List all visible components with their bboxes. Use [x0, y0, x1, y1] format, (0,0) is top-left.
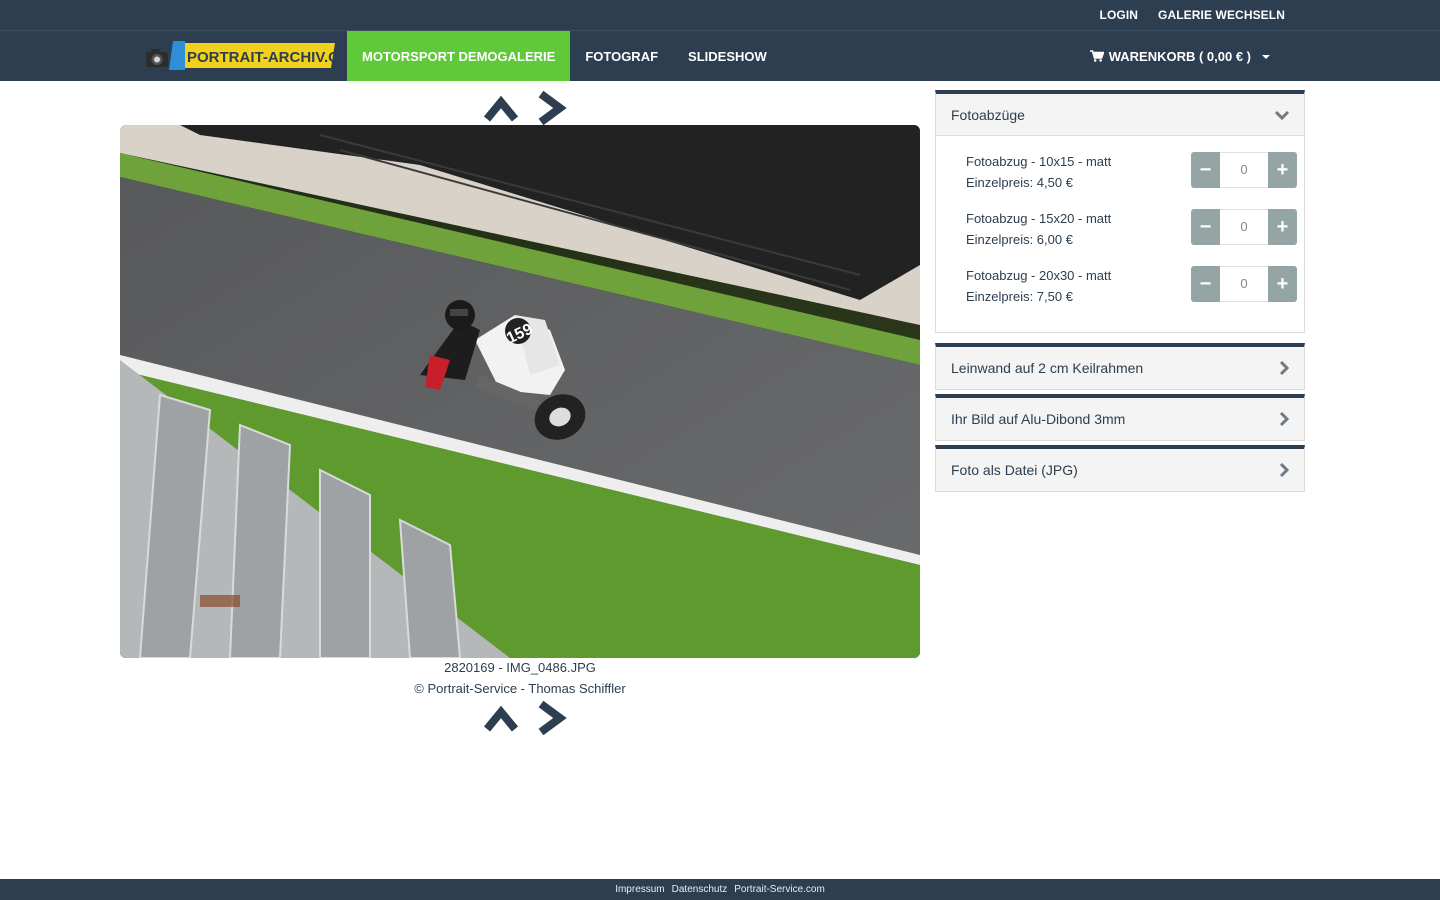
quantity-input[interactable] — [1220, 152, 1268, 188]
decrease-button[interactable]: − — [1191, 152, 1220, 188]
product-info: Fotoabzug - 15x20 - matt Einzelpreis: 6,… — [966, 206, 1111, 250]
caret-down-icon — [1262, 55, 1270, 59]
cart-dropdown[interactable]: WARENKORB ( 0,00 € ) — [1089, 31, 1270, 81]
panel-photo-prints-header[interactable]: Fotoabzüge — [936, 94, 1304, 136]
footer-link-impressum[interactable]: Impressum — [615, 884, 664, 895]
nav-motorsport-demogalerie[interactable]: MOTORSPORT DEMOGALERIE — [347, 31, 571, 81]
quantity-stepper: − + — [1191, 266, 1297, 302]
gallery-photo[interactable]: 159 — [120, 125, 920, 658]
site-logo[interactable]: PORTRAIT-ARCHIV.COM — [145, 40, 335, 71]
next-image-icon[interactable] — [536, 701, 568, 735]
panel-title: Fotoabzüge — [951, 106, 1025, 123]
product-row: Fotoabzug - 15x20 - matt Einzelpreis: 6,… — [966, 206, 1297, 263]
chevron-right-icon — [1279, 411, 1290, 427]
product-info: Fotoabzug - 10x15 - matt Einzelpreis: 4,… — [966, 149, 1111, 193]
next-image-icon[interactable] — [536, 91, 568, 125]
quantity-input[interactable] — [1220, 209, 1268, 245]
footer-link-portrait-service[interactable]: Portrait-Service.com — [734, 884, 825, 895]
panel-photo-prints: Fotoabzüge Fotoabzug - 10x15 - matt Einz… — [935, 90, 1305, 333]
cart-label: WARENKORB ( 0,00 € ) — [1108, 48, 1251, 64]
product-name: Fotoabzug - 15x20 - matt — [966, 211, 1112, 226]
footer-link-datenschutz[interactable]: Datenschutz — [672, 884, 728, 895]
photo-copyright: © Portrait-Service - Thomas Schiffler — [414, 681, 626, 696]
decrease-button[interactable]: − — [1191, 266, 1220, 302]
quantity-input[interactable] — [1220, 266, 1268, 302]
main-nav: MOTORSPORT DEMOGALERIE FOTOGRAF SLIDESHO… — [347, 31, 782, 81]
panel-alu-dibond: Ihr Bild auf Alu-Dibond 3mm — [935, 394, 1305, 441]
panel-title: Leinwand auf 2 cm Keilrahmen — [951, 360, 1144, 376]
photo-filename: 2820169 - IMG_0486.JPG — [444, 660, 596, 675]
product-name: Fotoabzug - 10x15 - matt — [966, 154, 1112, 169]
login-link[interactable]: LOGIN — [1100, 8, 1139, 22]
increase-button[interactable]: + — [1268, 209, 1297, 245]
footer: Impressum Datenschutz Portrait-Service.c… — [0, 879, 1440, 900]
panel-title: Foto als Datei (JPG) — [951, 462, 1078, 478]
shopping-cart-icon — [1089, 50, 1104, 62]
back-to-gallery-up-icon[interactable] — [484, 701, 518, 733]
product-price: Einzelpreis: 6,00 € — [966, 232, 1073, 247]
panel-jpg-file-header[interactable]: Foto als Datei (JPG) — [936, 449, 1304, 491]
chevron-down-icon — [1274, 110, 1290, 120]
main-navbar: PORTRAIT-ARCHIV.COM MOTORSPORT DEMOGALER… — [0, 30, 1440, 81]
product-info: Fotoabzug - 20x30 - matt Einzelpreis: 7,… — [966, 263, 1111, 307]
panel-photo-prints-body: Fotoabzug - 10x15 - matt Einzelpreis: 4,… — [936, 136, 1304, 332]
product-name: Fotoabzug - 20x30 - matt — [966, 268, 1112, 283]
panel-alu-dibond-header[interactable]: Ihr Bild auf Alu-Dibond 3mm — [936, 398, 1304, 440]
panel-canvas: Leinwand auf 2 cm Keilrahmen — [935, 343, 1305, 390]
nav-slideshow[interactable]: SLIDESHOW — [673, 31, 782, 81]
decrease-button[interactable]: − — [1191, 209, 1220, 245]
back-to-gallery-up-icon[interactable] — [484, 91, 518, 123]
panel-title: Ihr Bild auf Alu-Dibond 3mm — [951, 411, 1126, 427]
switch-gallery-link[interactable]: GALERIE WECHSELN — [1158, 8, 1285, 22]
product-row: Fotoabzug - 10x15 - matt Einzelpreis: 4,… — [966, 149, 1297, 206]
quantity-stepper: − + — [1191, 152, 1297, 188]
image-nav-top — [484, 91, 574, 125]
nav-fotograf[interactable]: FOTOGRAF — [570, 31, 673, 81]
product-price: Einzelpreis: 4,50 € — [966, 175, 1073, 190]
product-price: Einzelpreis: 7,50 € — [966, 289, 1073, 304]
chevron-right-icon — [1279, 360, 1290, 376]
quantity-stepper: − + — [1191, 209, 1297, 245]
image-nav-bottom — [484, 701, 574, 735]
panel-canvas-header[interactable]: Leinwand auf 2 cm Keilrahmen — [936, 347, 1304, 389]
product-row: Fotoabzug - 20x30 - matt Einzelpreis: 7,… — [966, 263, 1297, 320]
panel-jpg-file: Foto als Datei (JPG) — [935, 445, 1305, 492]
increase-button[interactable]: + — [1268, 152, 1297, 188]
svg-text:PORTRAIT-ARCHIV.COM: PORTRAIT-ARCHIV.COM — [187, 49, 335, 66]
increase-button[interactable]: + — [1268, 266, 1297, 302]
chevron-right-icon — [1279, 462, 1290, 478]
top-utility-bar: LOGIN GALERIE WECHSELN — [0, 0, 1440, 30]
top-links: LOGIN GALERIE WECHSELN — [1100, 0, 1285, 30]
